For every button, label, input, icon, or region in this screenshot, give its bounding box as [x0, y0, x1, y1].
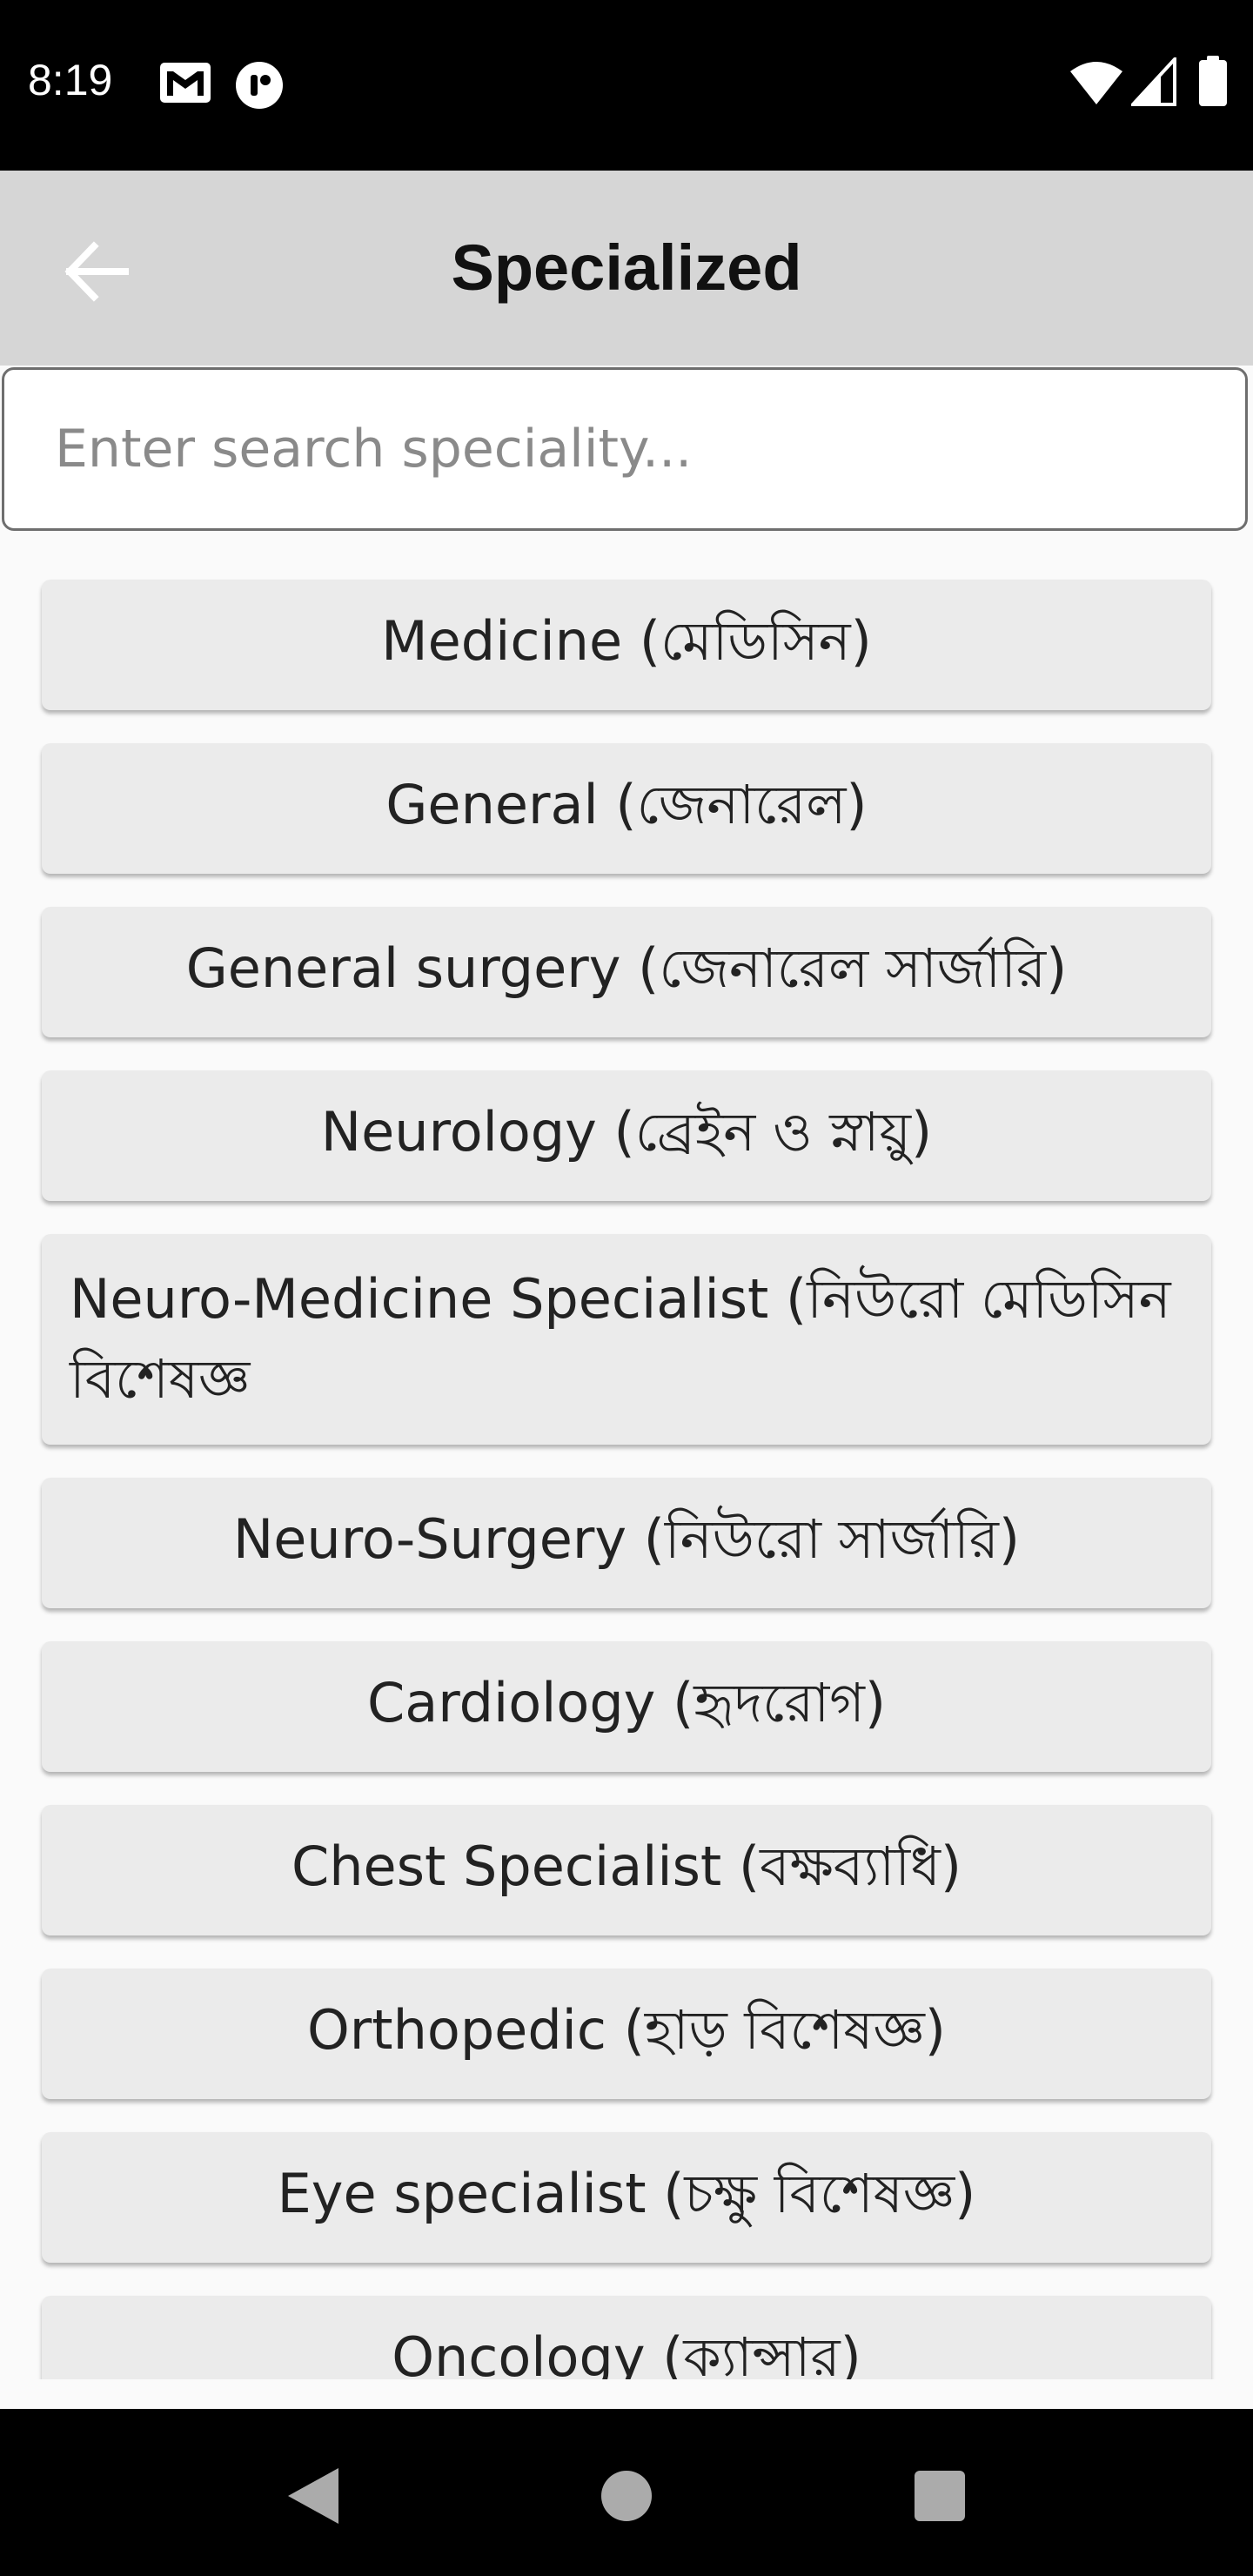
speciality-item-chest-specialist[interactable]: Chest Specialist (বক্ষব্যাধি)	[42, 1805, 1211, 1935]
speciality-item-label: Medicine (মেডিসিন)	[381, 608, 872, 673]
speciality-item-neurology[interactable]: Neurology (ব্রেইন ও স্নায়ু)	[42, 1070, 1211, 1201]
status-time: 8:19	[28, 56, 113, 104]
speciality-item-general[interactable]: General (জেনারেল)	[42, 743, 1211, 874]
nav-home-button[interactable]	[583, 2452, 670, 2539]
system-nav-bar	[0, 2409, 1253, 2576]
speciality-item-label: Oncology (ক্যান্সার)	[392, 2324, 861, 2380]
speciality-list: Medicine (মেডিসিন) General (জেনারেল) Gen…	[0, 536, 1253, 2379]
nav-recents-button[interactable]	[896, 2452, 983, 2539]
speciality-item-orthopedic[interactable]: Orthopedic (হাড় বিশেষজ্ঞ)	[42, 1969, 1211, 2099]
speciality-item-label: Neurology (ব্রেইন ও স্নায়ু)	[320, 1099, 933, 1164]
app-bar: Specialized	[0, 171, 1253, 366]
circle-home-icon	[601, 2471, 652, 2521]
square-recents-icon	[915, 2471, 965, 2521]
speciality-item-general-surgery[interactable]: General surgery (জেনারেল সার্জারি)	[42, 907, 1211, 1037]
nav-back-button[interactable]	[270, 2452, 357, 2539]
signal-icon	[1131, 57, 1176, 106]
page-title: Specialized	[451, 231, 802, 304]
speciality-item-oncology[interactable]: Oncology (ক্যান্সার)	[42, 2296, 1211, 2379]
battery-icon	[1199, 56, 1227, 106]
speciality-item-label: Neuro-Medicine Specialist (নিউরো মেডিসিন…	[70, 1267, 1171, 1411]
search-input[interactable]	[2, 367, 1248, 531]
speciality-item-cardiology[interactable]: Cardiology (হৃদরোগ)	[42, 1641, 1211, 1772]
speciality-item-label: General (জেনারেল)	[385, 772, 868, 836]
speciality-item-neuro-medicine[interactable]: Neuro-Medicine Specialist (নিউরো মেডিসিন…	[42, 1234, 1211, 1445]
speciality-item-label: Chest Specialist (বক্ষব্যাধি)	[291, 1834, 962, 1898]
speciality-item-label: Orthopedic (হাড় বিশেষজ্ঞ)	[307, 1997, 946, 2062]
wifi-icon	[1070, 62, 1122, 104]
triangle-back-icon	[288, 2468, 338, 2524]
speciality-item-neuro-surgery[interactable]: Neuro-Surgery (নিউরো সার্জারি)	[42, 1478, 1211, 1608]
gmail-icon	[160, 63, 211, 103]
speciality-item-label: Neuro-Surgery (নিউরো সার্জারি)	[232, 1506, 1021, 1571]
speciality-item-label: Eye specialist (চক্ষু বিশেষজ্ঞ)	[277, 2161, 976, 2225]
speciality-item-label: General surgery (জেনারেল সার্জারি)	[185, 936, 1068, 1000]
speciality-item-eye-specialist[interactable]: Eye specialist (চক্ষু বিশেষজ্ঞ)	[42, 2132, 1211, 2263]
status-bar: 8:19	[0, 0, 1253, 171]
app-notification-icon	[236, 62, 283, 109]
speciality-item-label: Cardiology (হৃদরোগ)	[366, 1670, 887, 1734]
speciality-item-medicine[interactable]: Medicine (মেডিসিন)	[42, 580, 1211, 710]
search-container	[0, 366, 1253, 536]
